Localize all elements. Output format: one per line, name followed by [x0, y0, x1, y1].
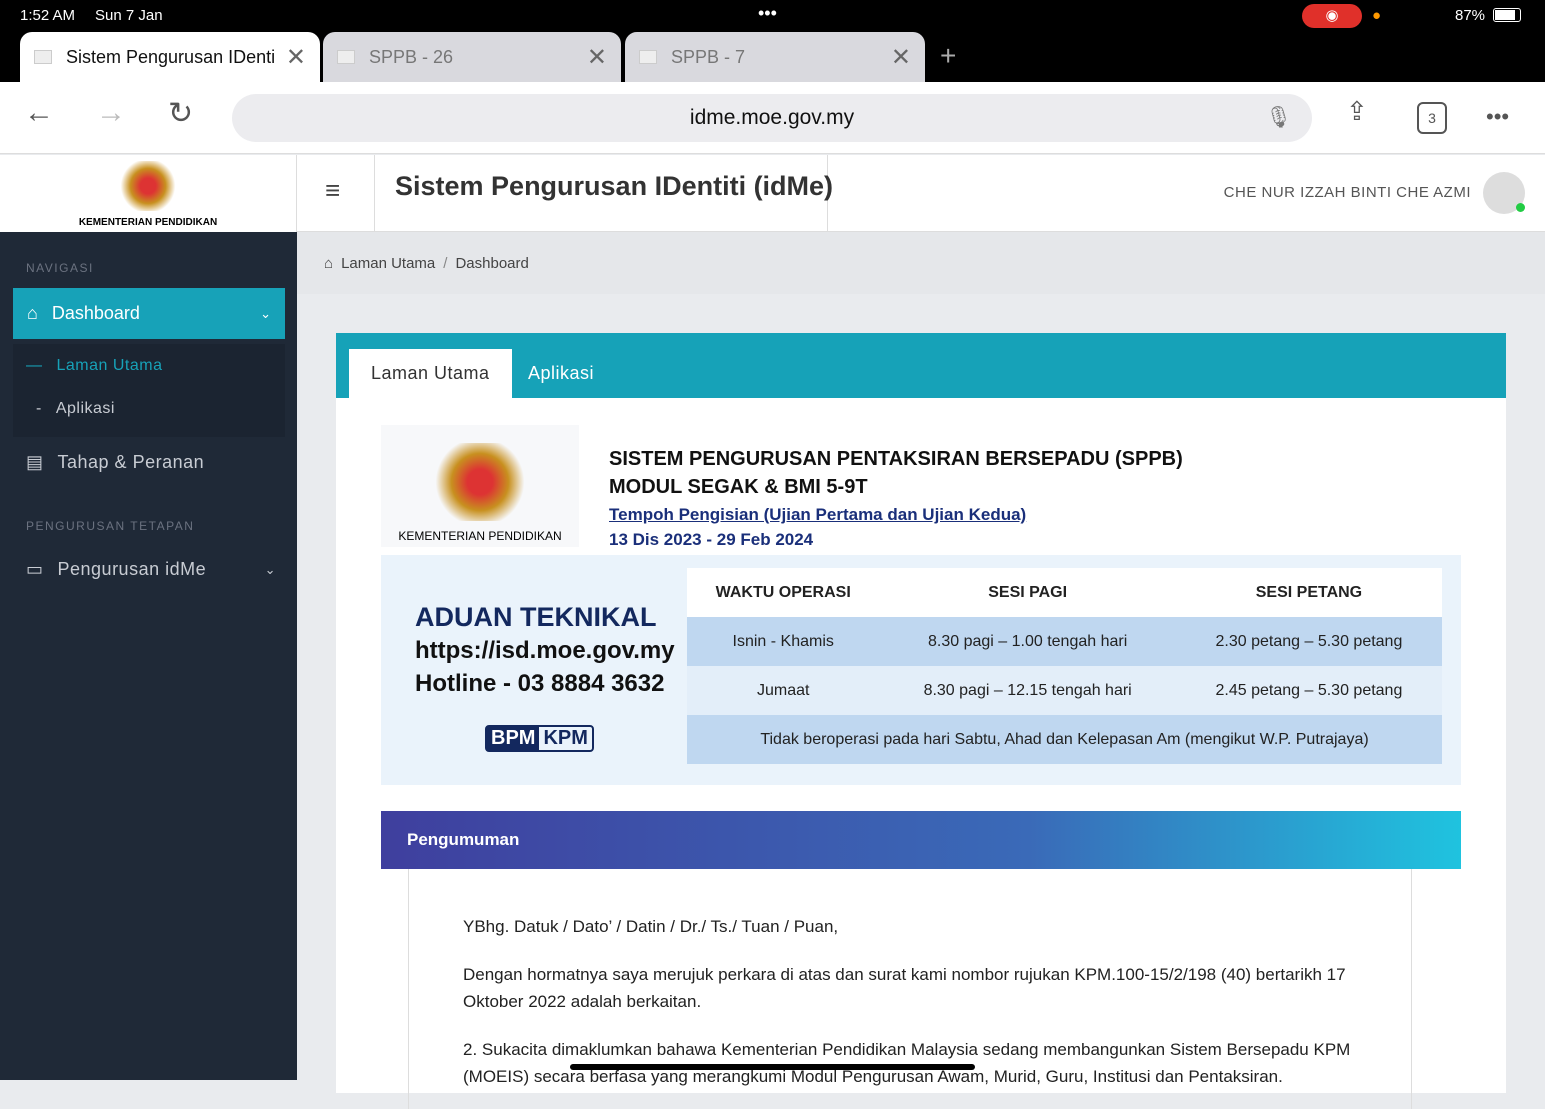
sidebar-item-dashboard[interactable]: ⌂ Dashboard ⌄	[13, 288, 285, 339]
banner-title: SISTEM PENGURUSAN PENTAKSIRAN BERSEPADU …	[609, 448, 1183, 470]
page-title: Sistem Pengurusan IDentiti (idMe)	[395, 171, 834, 201]
battery-icon	[1493, 8, 1521, 22]
sidebar: NAVIGASI ⌂ Dashboard ⌄ — Laman Utama - Aplik…	[0, 232, 297, 1080]
table-row: Tidak beroperasi pada hari Sabtu, Ahad d…	[687, 715, 1442, 764]
dashboard-card: Laman Utama Aplikasi KEMENTERIAN PENDIDI…	[336, 333, 1506, 1109]
recording-icon[interactable]: ◉	[1302, 4, 1362, 28]
avatar[interactable]	[1483, 172, 1525, 214]
address-bar[interactable]: idme.moe.gov.my 🎙	[232, 94, 1312, 142]
sidebar-item-aplikasi[interactable]: - Aplikasi	[36, 400, 115, 418]
status-bar: 1:52 AM Sun 7 Jan ••• ◉ ● 87%	[0, 0, 1545, 32]
more-icon[interactable]: •••	[1486, 104, 1509, 130]
tab-laman-utama[interactable]: Laman Utama	[349, 349, 512, 398]
status-time: 1:52 AM	[20, 7, 76, 24]
table-row: Jumaat 8.30 pagi – 12.15 tengah hari 2.45 …	[687, 666, 1442, 715]
sidebar-section-label: PENGURUSAN TETAPAN	[26, 519, 195, 533]
ministry-logo[interactable]: KEMENTERIAN PENDIDIKAN	[0, 155, 297, 232]
home-icon: ⌂	[324, 254, 334, 272]
bpm-kpm-logo: BPM KPM	[485, 725, 594, 752]
user-name[interactable]: CHE NUR IZZAH BINTI CHE AZMI	[1224, 184, 1471, 201]
favicon-icon	[34, 50, 52, 64]
multitask-dots-icon[interactable]: •••	[758, 3, 777, 24]
aduan-url: https://isd.moe.gov.my	[415, 637, 675, 664]
site-header: ≡ Sistem Pengurusan IDentiti (idMe) CHE …	[297, 155, 1545, 232]
status-date: Sun 7 Jan	[95, 7, 163, 24]
mic-indicator-icon: ●	[1372, 7, 1382, 24]
close-tab-icon[interactable]: ✕	[587, 43, 607, 72]
operation-hours-table: WAKTU OPERASI SESI PAGI SESI PETANG Isnin …	[687, 568, 1442, 764]
crest-icon	[430, 443, 530, 521]
share-icon[interactable]: ⇪	[1346, 96, 1368, 127]
chevron-down-icon: ⌄	[264, 561, 276, 577]
favicon-icon	[639, 50, 657, 64]
home-indicator[interactable]	[570, 1064, 975, 1070]
breadcrumb-current: Dashboard	[455, 254, 529, 272]
main-content: ⌂ Laman Utama / Dashboard Laman Utama Aplik…	[297, 232, 1545, 1109]
sidebar-item-laman-utama[interactable]: — Laman Utama	[26, 357, 163, 375]
sidebar-item-pengurusan-idme[interactable]: ▭ Pengurusan idMe ⌄	[26, 559, 276, 580]
hamburger-menu-icon[interactable]: ≡	[325, 175, 340, 206]
breadcrumb: ⌂ Laman Utama / Dashboard	[297, 232, 1545, 294]
favicon-icon	[337, 50, 355, 64]
pengumuman-body: YBhg. Datuk / Dato’ / Datin / Dr./ Ts./ …	[408, 869, 1412, 1109]
chevron-down-icon: ⌄	[260, 305, 271, 321]
ministry-logo: KEMENTERIAN PENDIDIKAN	[381, 425, 579, 547]
forward-icon[interactable]: →	[96, 96, 126, 130]
close-tab-icon[interactable]: ✕	[286, 43, 306, 72]
microphone-icon[interactable]: 🎙	[1265, 94, 1292, 142]
new-tab-icon[interactable]: +	[940, 40, 956, 72]
back-icon[interactable]: ←	[24, 96, 54, 130]
table-row: Isnin - Khamis 8.30 pagi – 1.00 tengah ha…	[687, 617, 1442, 666]
tab-aplikasi[interactable]: Aplikasi	[506, 349, 616, 398]
battery-percent: 87%	[1455, 7, 1486, 24]
sidebar-section-label: NAVIGASI	[26, 261, 94, 275]
browser-tab-bar: Sistem Pengurusan IDenti ✕ SPPB - 26 ✕ SPP…	[0, 32, 1545, 82]
close-tab-icon[interactable]: ✕	[891, 43, 911, 72]
tab-bar: Laman Utama Aplikasi	[336, 333, 1506, 398]
browser-toolbar: ← → ↻ idme.moe.gov.my 🎙 ⇪ 3 •••	[0, 82, 1545, 154]
browser-tab[interactable]: SPPB - 26 ✕	[323, 32, 621, 82]
crest-icon	[118, 161, 178, 211]
archive-icon: ▤	[26, 452, 44, 472]
aduan-heading: ADUAN TEKNIKAL	[415, 602, 657, 632]
home-icon: ⌂	[27, 303, 38, 323]
breadcrumb-home-link[interactable]: Laman Utama	[341, 255, 435, 272]
browser-tab[interactable]: SPPB - 7 ✕	[625, 32, 925, 82]
sppb-banner: KEMENTERIAN PENDIDIKAN SISTEM PENGURUSAN…	[381, 425, 1461, 785]
banner-subtitle: MODUL SEGAK & BMI 5-9T	[609, 476, 868, 498]
pengumuman-header: Pengumuman	[381, 811, 1461, 869]
hotline: Hotline - 03 8884 3632	[415, 670, 665, 697]
browser-tab[interactable]: Sistem Pengurusan IDenti ✕	[20, 32, 320, 82]
reload-icon[interactable]: ↻	[168, 96, 193, 131]
sidebar-item-tahap-peranan[interactable]: ▤ Tahap & Peranan	[26, 452, 204, 473]
briefcase-icon: ▭	[26, 559, 44, 579]
tab-count-button[interactable]: 3	[1417, 102, 1447, 134]
